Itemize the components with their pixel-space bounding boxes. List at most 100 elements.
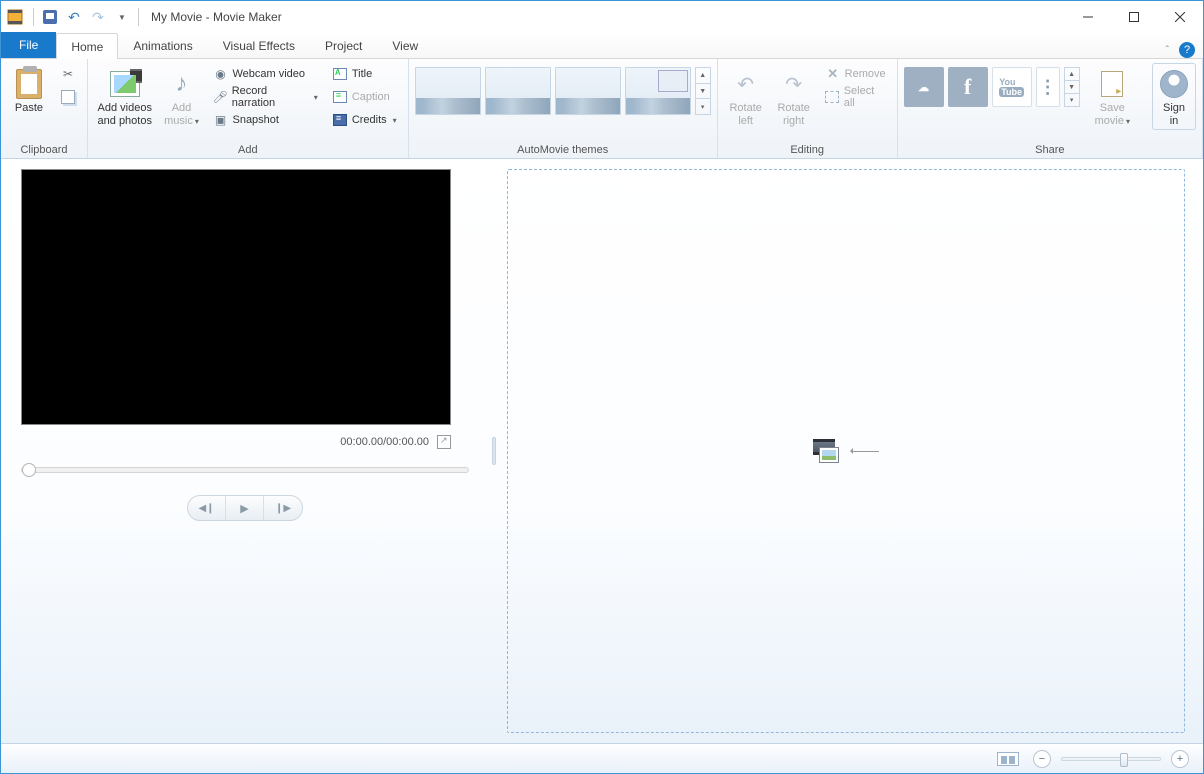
- music-icon: ♪: [175, 70, 187, 98]
- app-icon: [7, 9, 23, 25]
- minimize-button[interactable]: [1065, 2, 1111, 32]
- add-videos-photos-button[interactable]: Add videos and photos: [94, 63, 155, 130]
- drop-arrow-icon: [851, 451, 879, 452]
- copy-button[interactable]: [55, 86, 81, 108]
- ribbon: Paste ✂ Clipboard Add videos and photos …: [1, 59, 1203, 159]
- playback-controls: ◀❙ ▶ ❙▶: [21, 495, 469, 521]
- ribbon-collapse-button[interactable]: ˆ: [1166, 45, 1169, 56]
- main-area: 00:00.00/00:00.00 ◀❙ ▶ ❙▶: [1, 159, 1203, 743]
- group-clipboard-label: Clipboard: [7, 142, 81, 156]
- camera-icon: ▣: [212, 112, 228, 128]
- rotate-right-icon: ↷: [785, 72, 802, 97]
- group-add-label: Add: [94, 142, 402, 156]
- cut-button[interactable]: ✂: [55, 63, 81, 85]
- title-icon: [333, 68, 347, 80]
- title-button[interactable]: Title: [327, 63, 402, 85]
- qat-customize-button[interactable]: ▼: [111, 6, 133, 28]
- maximize-button[interactable]: [1111, 2, 1157, 32]
- fullscreen-button[interactable]: [437, 435, 451, 449]
- facebook-icon: f: [964, 74, 971, 100]
- seek-slider[interactable]: [21, 467, 469, 473]
- theme-gallery-scroll[interactable]: ▲▼▾: [695, 67, 711, 115]
- clipboard-icon: [16, 69, 42, 99]
- zoom-slider-thumb[interactable]: [1120, 753, 1128, 767]
- rotate-right-button[interactable]: ↷ Rotate right: [772, 63, 816, 130]
- photos-icon: [110, 71, 140, 97]
- group-editing: ↶ Rotate left ↷ Rotate right ✕Remove Sel…: [718, 59, 898, 158]
- ribbon-tabbar: File Home Animations Visual Effects Proj…: [1, 33, 1203, 59]
- undo-icon: ↶: [68, 9, 80, 26]
- share-gallery-scroll[interactable]: ▲▼▾: [1064, 67, 1080, 107]
- webcam-video-button[interactable]: ◉Webcam video: [207, 63, 322, 85]
- theme-thumb[interactable]: [415, 67, 481, 115]
- remove-button[interactable]: ✕Remove: [820, 63, 891, 85]
- preview-timecode: 00:00.00/00:00.00: [340, 436, 429, 448]
- film-photo-icon: [813, 439, 839, 463]
- redo-icon: ↷: [92, 9, 104, 26]
- cut-icon: ✂: [60, 66, 76, 82]
- group-add: Add videos and photos ♪ Add music ◉Webca…: [88, 59, 409, 158]
- user-icon: [1160, 70, 1188, 98]
- record-narration-button[interactable]: 🎤︎Record narration: [207, 86, 322, 108]
- zoom-in-button[interactable]: +: [1171, 750, 1189, 768]
- tab-home[interactable]: Home: [56, 33, 118, 59]
- next-frame-icon: ❙▶: [275, 503, 291, 514]
- copy-icon: [61, 90, 75, 104]
- seek-thumb[interactable]: [22, 463, 36, 477]
- play-button[interactable]: ▶: [226, 496, 264, 520]
- group-automovie-themes: ▲▼▾ AutoMovie themes: [409, 59, 718, 158]
- rotate-left-icon: ↶: [737, 72, 754, 97]
- share-youtube-button[interactable]: YouTube: [992, 67, 1032, 107]
- webcam-icon: ◉: [212, 66, 228, 82]
- zoom-out-button[interactable]: −: [1033, 750, 1051, 768]
- caption-icon: [333, 91, 347, 103]
- save-movie-button[interactable]: Save movie: [1090, 63, 1135, 130]
- tab-view[interactable]: View: [377, 32, 433, 58]
- share-more-button[interactable]: ⋮: [1036, 67, 1060, 107]
- snapshot-button[interactable]: ▣Snapshot: [207, 109, 322, 131]
- add-music-button[interactable]: ♪ Add music: [159, 63, 203, 130]
- thumbnail-size-button[interactable]: [997, 752, 1019, 766]
- group-themes-label: AutoMovie themes: [415, 142, 711, 156]
- theme-thumb[interactable]: [485, 67, 551, 115]
- close-button[interactable]: [1157, 2, 1203, 32]
- mic-icon: 🎤︎: [212, 89, 227, 105]
- status-bar: − +: [1, 743, 1203, 773]
- save-movie-icon: [1101, 71, 1123, 97]
- prev-frame-icon: ◀❙: [198, 503, 214, 514]
- caption-button[interactable]: Caption: [327, 86, 402, 108]
- youtube-icon: YouTube: [999, 77, 1024, 97]
- group-share: ☁ f YouTube ⋮ ▲▼▾ Save movie Sign in Sha…: [898, 59, 1203, 158]
- theme-thumb[interactable]: [625, 67, 691, 115]
- group-share-label: Share: [904, 142, 1196, 156]
- sign-in-button[interactable]: Sign in: [1152, 63, 1196, 130]
- help-button[interactable]: ?: [1179, 42, 1195, 58]
- tab-animations[interactable]: Animations: [118, 32, 207, 58]
- group-clipboard: Paste ✂ Clipboard: [1, 59, 88, 158]
- tab-project[interactable]: Project: [310, 32, 377, 58]
- timeline-drop-zone[interactable]: [507, 169, 1185, 733]
- qat-undo-button[interactable]: ↶: [63, 6, 85, 28]
- credits-button[interactable]: Credits: [327, 109, 402, 131]
- group-editing-label: Editing: [724, 142, 891, 156]
- video-preview: [21, 169, 451, 425]
- save-icon: [43, 10, 57, 24]
- theme-thumb[interactable]: [555, 67, 621, 115]
- title-bar: ↶ ↷ ▼ My Movie - Movie Maker: [1, 1, 1203, 33]
- select-all-button[interactable]: Select all: [820, 86, 891, 108]
- more-icon: ⋮: [1039, 77, 1057, 98]
- share-onedrive-button[interactable]: ☁: [904, 67, 944, 107]
- paste-button[interactable]: Paste: [7, 63, 51, 118]
- prev-frame-button[interactable]: ◀❙: [188, 496, 226, 520]
- qat-redo-button[interactable]: ↷: [87, 6, 109, 28]
- zoom-slider[interactable]: [1061, 757, 1161, 761]
- remove-icon: ✕: [825, 66, 841, 82]
- rotate-left-button[interactable]: ↶ Rotate left: [724, 63, 768, 130]
- window-title: My Movie - Movie Maker: [151, 10, 282, 24]
- qat-save-button[interactable]: [39, 6, 61, 28]
- next-frame-button[interactable]: ❙▶: [264, 496, 302, 520]
- tab-visual-effects[interactable]: Visual Effects: [208, 32, 310, 58]
- share-facebook-button[interactable]: f: [948, 67, 988, 107]
- tab-file[interactable]: File: [1, 32, 56, 58]
- select-all-icon: [825, 91, 839, 103]
